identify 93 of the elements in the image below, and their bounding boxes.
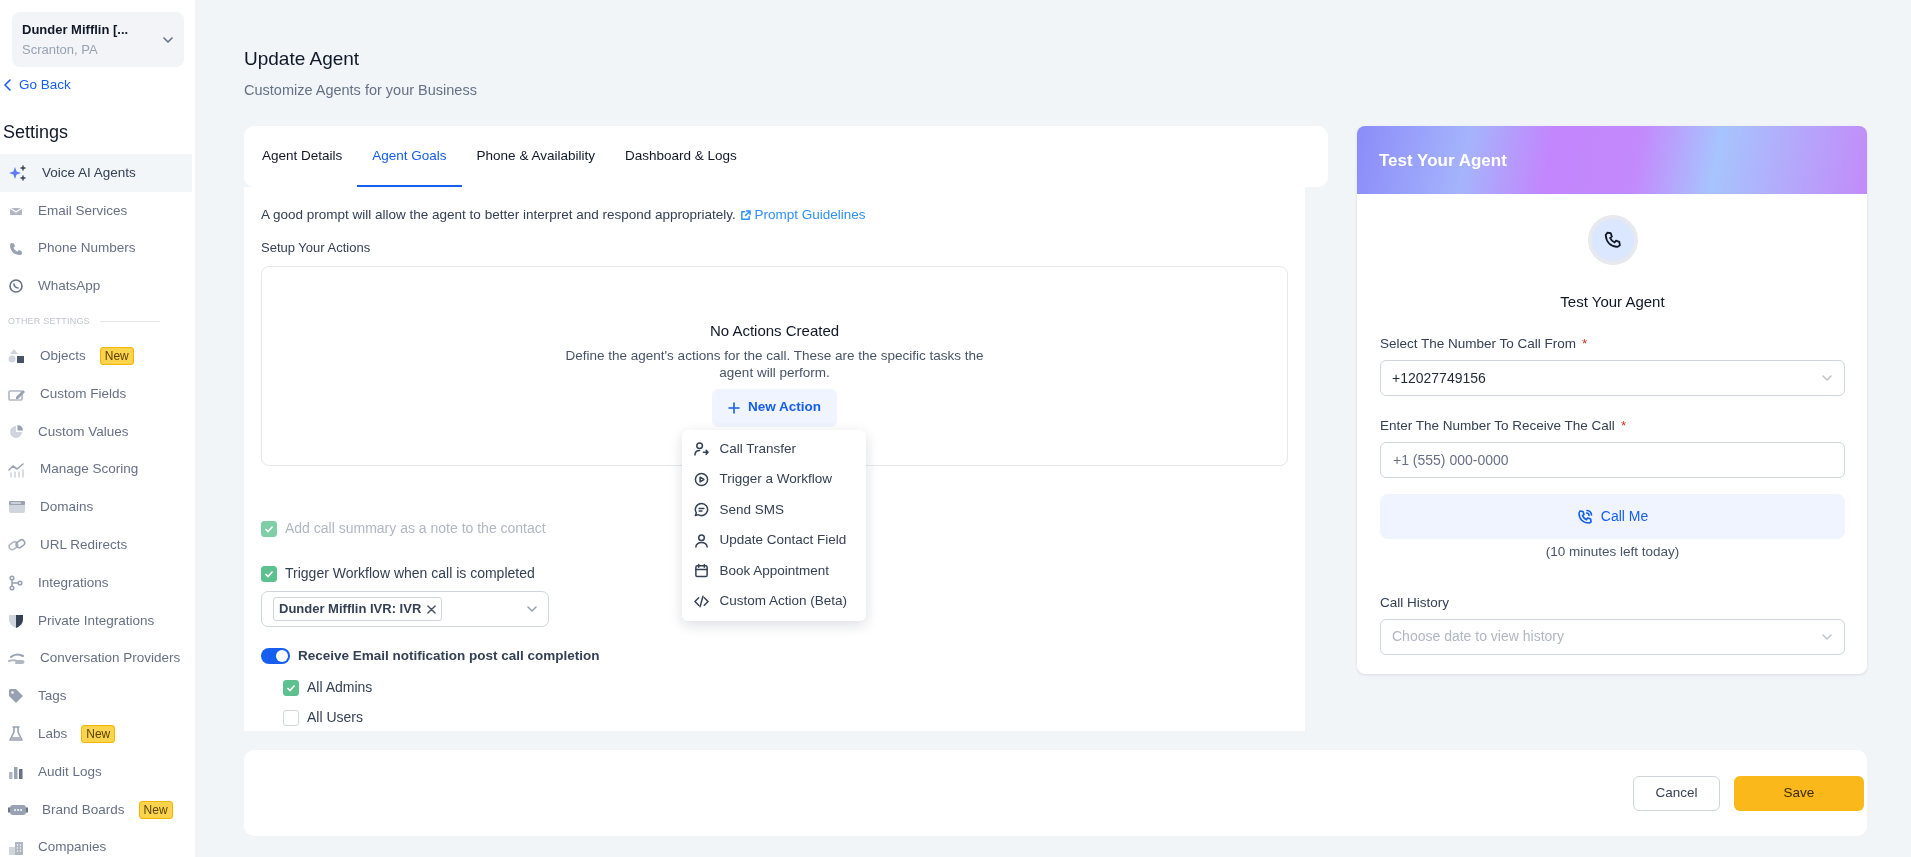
panel-header: Test Your Agent	[1357, 126, 1867, 195]
chevron-down-icon	[1821, 372, 1833, 384]
field-label: Enter The Number To Receive The Call	[1380, 418, 1615, 433]
menu-item[interactable]: Custom Action (Beta)	[682, 586, 867, 617]
tag-icon	[8, 688, 24, 705]
line-chart-icon	[8, 461, 26, 478]
menu-item[interactable]: Send SMS	[682, 494, 867, 526]
sidebar-item[interactable]: Email Services	[0, 191, 192, 230]
phone-handset	[1603, 231, 1622, 250]
receiver-number-field[interactable]: +1 (555) 000-0000	[1380, 442, 1845, 479]
flask-icon	[8, 726, 24, 743]
cancel-button[interactable]: Cancel	[1633, 775, 1720, 811]
toggle-label: Receive Email notification post call completion	[298, 647, 600, 665]
close-icon	[427, 604, 437, 614]
check-icon	[264, 523, 274, 534]
sidebar-item[interactable]: Phone Numbers	[0, 229, 192, 268]
sidebar-item[interactable]: WhatsApp	[0, 267, 192, 306]
chat-bubble-icon	[694, 502, 710, 518]
external-link-icon	[739, 210, 751, 222]
sidebar-item[interactable]: Voice AI Agents	[0, 154, 192, 192]
menu-item[interactable]: Update Contact Field	[682, 525, 867, 556]
sparkle-icon	[8, 164, 28, 182]
chevron-left-icon	[3, 79, 13, 92]
call-me-button[interactable]: Call Me	[1380, 494, 1845, 540]
empty-text: Define the agent's actions for the call. These are the specific tasks the agent will perform.	[564, 346, 985, 382]
option-label: All Admins	[307, 678, 373, 698]
calendar-icon	[694, 563, 710, 579]
save-button[interactable]: Save	[1734, 775, 1864, 811]
sidebar-item[interactable]: Brand Boards New	[0, 790, 192, 829]
required-mark: *	[1620, 418, 1627, 433]
new-badge: New	[81, 725, 116, 744]
sidebar-item[interactable]: Private Integrations	[0, 601, 192, 640]
window-icon	[8, 499, 26, 516]
branch-icon	[8, 575, 24, 591]
plus-icon	[728, 401, 740, 414]
option-label: All Users	[307, 708, 363, 728]
check-icon	[286, 682, 296, 693]
tab[interactable]: Dashboard & Logs	[609, 126, 752, 188]
option-label: Add call summary as a note to the contact	[285, 519, 546, 538]
person-icon	[694, 532, 710, 548]
menu-item[interactable]: Book Appointment	[682, 555, 867, 587]
sidebar-item[interactable]: Domains	[0, 488, 192, 527]
sidebar-item[interactable]: Labs New	[0, 715, 192, 754]
new-action-button[interactable]: New Action	[712, 388, 837, 427]
chat-bubble-icon	[8, 278, 24, 295]
field-label: Call History	[1380, 593, 1450, 612]
toggle-switch[interactable]	[261, 648, 290, 665]
go-back-link[interactable]: Go Back	[3, 75, 71, 96]
checkbox[interactable]	[261, 565, 277, 582]
shield-icon	[8, 612, 24, 629]
workflow-tag: Dunder Mifflin IVR: IVR	[273, 597, 443, 621]
person-arrow-icon	[694, 441, 710, 457]
sidebar-item[interactable]: Conversation Providers	[0, 639, 192, 678]
menu-item[interactable]: Call Transfer	[682, 433, 867, 465]
tab[interactable]: Phone & Availability	[461, 126, 610, 188]
location-switcher[interactable]: Dunder Mifflin [... Scranton, PA	[12, 12, 184, 67]
caller-number-select[interactable]: +12027749156	[1380, 360, 1845, 396]
required-mark: *	[1582, 335, 1588, 351]
tab[interactable]: Agent Details	[247, 126, 358, 188]
new-badge: New	[138, 800, 173, 819]
pie-chart-icon	[8, 423, 24, 440]
code-icon	[694, 593, 710, 609]
prompt-guidelines-link[interactable]: Prompt Guidelines	[739, 207, 866, 223]
panel-title: Test Your Agent	[1559, 292, 1666, 313]
phone-icon	[8, 240, 24, 257]
section-label: Setup Your Actions	[261, 238, 372, 257]
workflow-select[interactable]: Dunder Mifflin IVR: IVR	[261, 591, 549, 627]
menu-item[interactable]: Trigger a Workflow	[682, 464, 867, 495]
sidebar-item[interactable]: Manage Scoring	[0, 450, 192, 489]
new-badge: New	[99, 347, 134, 366]
checkbox[interactable]	[283, 679, 299, 696]
sidebar-item[interactable]: Custom Fields	[0, 375, 192, 413]
field-label: Select The Number To Call From	[1380, 335, 1577, 351]
chevron-down-icon	[526, 603, 538, 615]
sidebar-item[interactable]: URL Redirects	[0, 526, 192, 565]
page-title: Update Agent	[244, 47, 361, 71]
sidebar-item[interactable]: Custom Values	[0, 412, 192, 451]
hint-text: A good prompt will allow the agent to better interpret and respond appropriately. Prompt Guidelines	[261, 206, 867, 225]
sidebar-item[interactable]: Integrations	[0, 564, 192, 602]
sidebar-item[interactable]: Tags	[0, 677, 192, 716]
phone-icon	[1576, 508, 1593, 525]
sidebar-item[interactable]: Audit Logs	[0, 753, 192, 791]
play-circle-icon	[694, 471, 710, 487]
shapes-icon	[8, 348, 26, 365]
checkbox[interactable]	[283, 709, 299, 726]
empty-title: No Actions Created	[709, 321, 840, 341]
check-icon	[264, 568, 274, 579]
sidebar-title: Settings	[3, 121, 70, 145]
minutes-left-text: (10 minutes left today)	[1544, 543, 1681, 562]
option-label: Trigger Workflow when call is completed	[285, 564, 535, 583]
sidebar-item[interactable]: Companies	[0, 828, 192, 857]
page-subtitle: Customize Agents for your Business	[244, 80, 478, 100]
sidebar-item[interactable]: Objects New	[0, 337, 192, 376]
